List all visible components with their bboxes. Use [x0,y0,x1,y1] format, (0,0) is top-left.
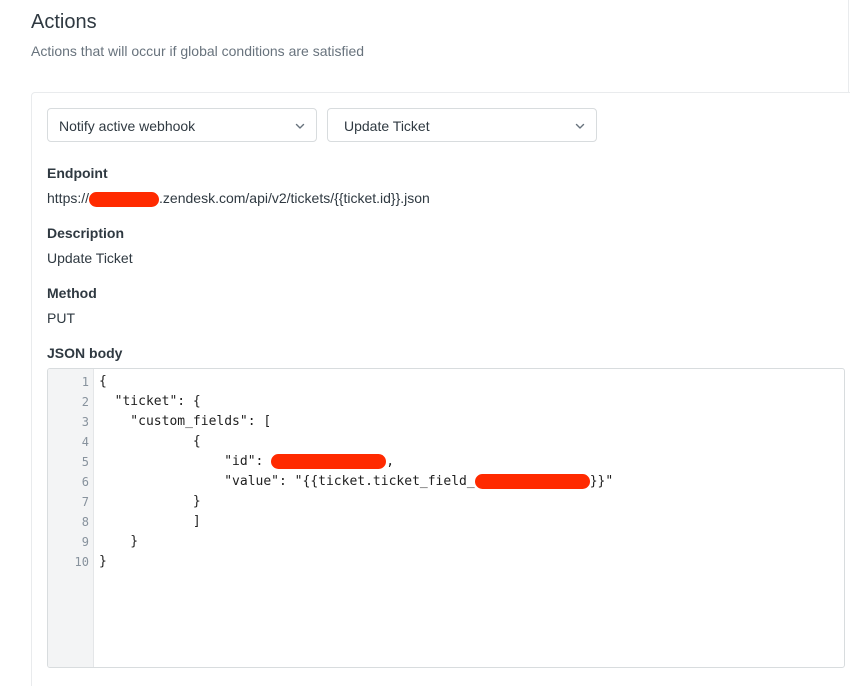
code-line: "ticket": { [99,394,201,409]
description-label: Description [47,225,125,241]
code-line: "custom_fields": [ [99,414,272,429]
code-line: "id": , [99,454,394,469]
chevron-down-icon [294,109,306,143]
action-type-select[interactable]: Notify active webhook [47,108,317,142]
section-title: Actions [31,11,97,33]
method-value: PUT [47,310,75,326]
code-line: ] [99,514,201,529]
line-number-gutter: 1 2 3 4 5 6 7 8 9 10 [48,369,94,667]
section-subtitle: Actions that will occur if global condit… [31,43,365,59]
webhook-select[interactable]: Update Ticket [327,108,597,142]
endpoint-value: https:// .zendesk.com/api/v2/tickets/{{ti… [47,190,430,207]
json-body-label: JSON body [47,345,123,361]
redaction-mark [271,454,387,469]
code-line: { [99,434,201,449]
endpoint-suffix: .zendesk.com/api/v2/tickets/{{ticket.id}… [159,190,430,206]
code-text: }}" [589,474,614,489]
code-line: "value": "{{ticket.ticket_field_ }}" [99,474,613,489]
line-number: 4 [81,435,89,449]
line-number: 3 [81,415,89,429]
method-label: Method [47,285,97,301]
code-text: "value": "{{ticket.ticket_field_ [99,474,475,489]
line-number: 7 [81,495,89,509]
action-type-select-value: Notify active webhook [59,118,196,134]
description-value: Update Ticket [47,250,133,266]
endpoint-label: Endpoint [47,165,108,181]
code-text: , [386,454,395,469]
line-number: 1 [81,375,89,389]
line-number: 10 [74,555,89,569]
line-number: 5 [81,455,89,469]
webhook-select-value: Update Ticket [344,118,430,134]
line-number: 2 [81,395,89,409]
line-number: 6 [81,475,89,489]
line-number: 9 [81,535,89,549]
code-text: "id": [99,454,272,469]
line-number: 8 [81,515,89,529]
endpoint-prefix: https:// [47,190,90,206]
code-line: } [99,534,139,549]
redaction-mark [89,191,160,207]
json-body-editor[interactable]: 1 2 3 4 5 6 7 8 9 10 { "ticket": { "cust… [47,368,845,668]
code-line: } [99,494,201,509]
redaction-mark [474,474,590,489]
code-line: } [99,554,107,569]
chevron-down-icon [574,109,586,143]
code-line: { [99,374,107,389]
